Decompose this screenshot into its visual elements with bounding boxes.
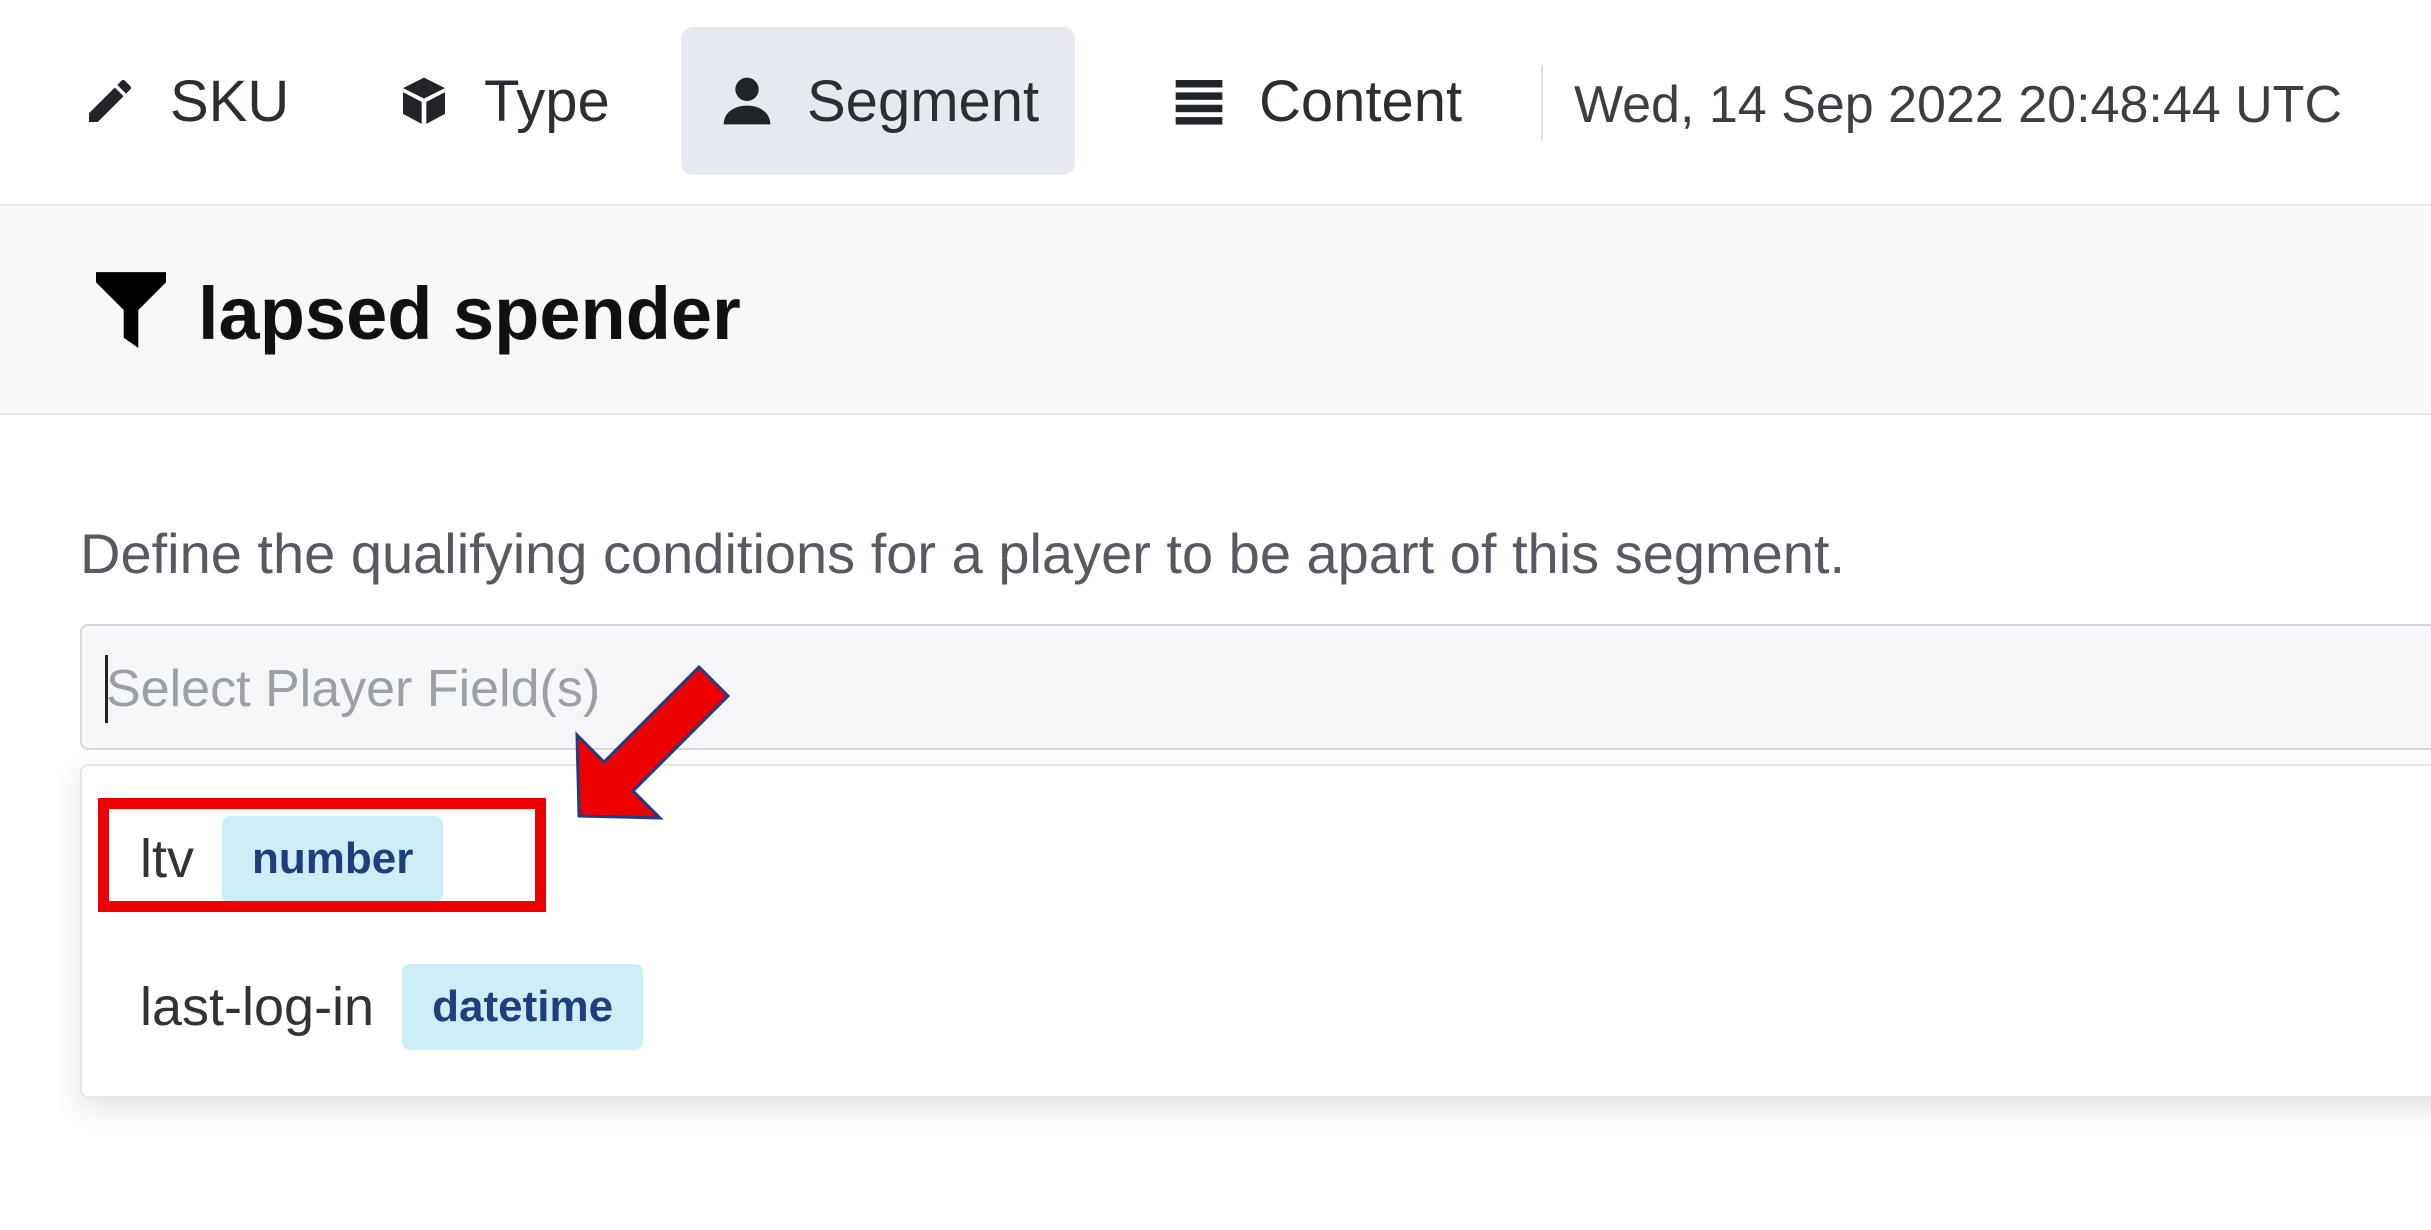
nav-divider: [1541, 65, 1543, 141]
tab-content-label: Content: [1259, 68, 1463, 134]
tab-sku-label: SKU: [170, 68, 290, 134]
tab-sku[interactable]: SKU: [44, 27, 325, 175]
tab-content[interactable]: Content: [1133, 27, 1498, 175]
top-nav: SKU Type Segment Content Wed, 14 Sep 202…: [0, 0, 2431, 206]
tab-segment[interactable]: Segment: [681, 27, 1076, 175]
pencil-icon: [80, 71, 140, 131]
tab-segment-label: Segment: [807, 68, 1040, 134]
page-title: lapsed spender: [198, 272, 741, 355]
timestamp: Wed, 14 Sep 2022 20:48:44 UTC: [1574, 76, 2342, 134]
type-badge: datetime: [402, 964, 644, 1050]
user-icon: [717, 71, 777, 131]
option-last-log-in[interactable]: last-log-in datetime: [140, 964, 644, 1050]
tab-type-label: Type: [484, 68, 610, 134]
option-name: last-log-in: [140, 977, 375, 1037]
cube-icon: [394, 71, 454, 131]
highlight-box: [98, 798, 546, 912]
list-icon: [1169, 71, 1229, 131]
filter-icon: [96, 272, 166, 348]
select-placeholder: Select Player Field(s): [106, 660, 601, 718]
arrow-icon: [560, 655, 740, 830]
tab-type[interactable]: Type: [358, 27, 646, 175]
segment-description: Define the qualifying conditions for a p…: [80, 522, 1846, 585]
